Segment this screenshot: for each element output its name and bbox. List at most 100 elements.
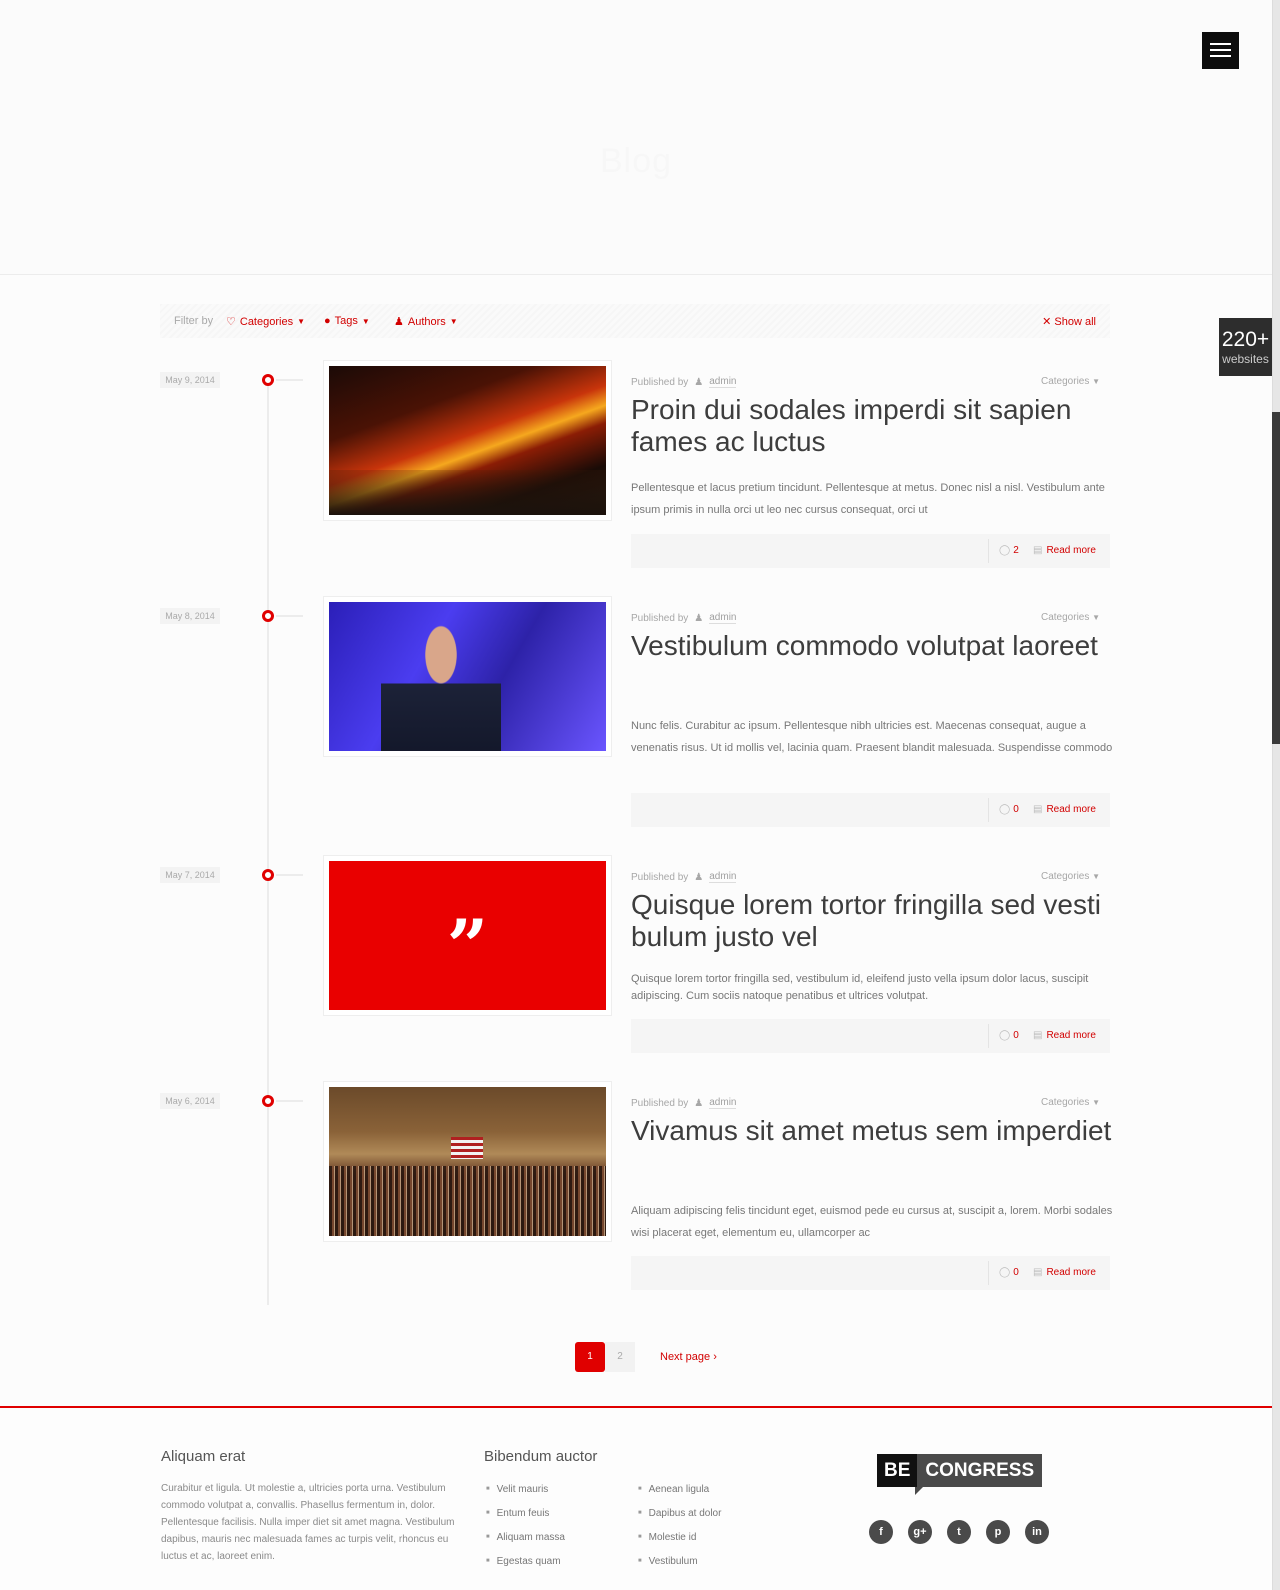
post-categories-label: Categories [1041,376,1090,387]
show-all-button[interactable]: ✕ Show all [1042,315,1096,328]
caret-down-icon: ▼ [1092,613,1101,622]
post-date: May 6, 2014 [160,1093,220,1109]
post-author-link[interactable]: admin [709,871,737,883]
linkedin-icon[interactable]: in [1025,1520,1049,1544]
caret-down-icon: ▼ [449,317,458,326]
comments-link[interactable]: ◯ 2 [999,545,1019,556]
read-more-label: Read more [1046,1267,1096,1278]
post-meta: Published by ♟ admin [631,376,737,388]
tag-outline-icon: ♡ [226,316,236,328]
post-title[interactable]: Vestibulum commodo volutpat laoreet [631,630,1121,662]
user-icon: ♟ [694,1097,704,1109]
footer-link[interactable]: Egestas quam [486,1554,565,1578]
post-excerpt: Pellentesque et lacus pretium tincidunt.… [631,482,1105,516]
footer-link[interactable]: Velit mauris [486,1482,565,1506]
comment-icon: ◯ [999,1267,1011,1278]
published-by-label: Published by [631,612,689,624]
footer-link[interactable]: Vestibulum [638,1554,721,1578]
post-image[interactable]: ” [323,855,612,1016]
post-image[interactable] [323,596,612,757]
read-more-link[interactable]: ▤ Read more [1033,545,1096,556]
footer-col1-text: Curabitur et ligula. Ut molestie a, ultr… [161,1483,455,1562]
divider [988,1024,989,1048]
footer-link[interactable]: Aliquam massa [486,1530,565,1554]
caret-down-icon: ▼ [361,316,370,326]
page-scrollbar-track[interactable] [1272,0,1280,1590]
post-categories-dropdown[interactable]: Categories ▼ [1041,376,1100,387]
timeline-connector [276,615,303,617]
post-title[interactable]: Quisque lorem tortor fringilla sed vesti… [631,889,1121,953]
post-categories-dropdown[interactable]: Categories ▼ [1041,1097,1100,1108]
comments-link[interactable]: ◯ 0 [999,1030,1019,1041]
next-page-link[interactable]: Next page › [660,1351,717,1363]
read-more-label: Read more [1046,545,1096,556]
post-footer: ◯ 0 ▤ Read more [631,1256,1110,1290]
filter-categories[interactable]: ♡ Categories ▼ [226,315,305,329]
post-title[interactable]: Proin dui sodales imperdi sit sapien fam… [631,394,1121,458]
websites-badge[interactable]: 220+ websites [1219,318,1272,376]
menu-button[interactable] [1202,32,1239,69]
footer-link[interactable]: Entum feuis [486,1506,565,1530]
page-title: Blog [599,142,673,180]
twitter-icon[interactable]: t [947,1520,971,1544]
footer-link[interactable]: Dapibus at dolor [638,1506,722,1530]
filter-label: Filter by [174,315,214,327]
crowd-shape [329,1166,606,1236]
footer-link[interactable]: Aenean ligula [638,1482,721,1506]
published-by-label: Published by [631,1097,689,1109]
logo-be: BE [877,1454,918,1487]
published-by-label: Published by [631,376,689,388]
post-categories-dropdown[interactable]: Categories ▼ [1041,871,1100,882]
facebook-icon[interactable]: f [869,1520,893,1544]
page-2-button[interactable]: 2 [605,1342,635,1372]
divider [988,539,989,563]
timeline-connector [276,874,303,876]
timeline-dot [262,869,274,881]
footer-link[interactable]: Molestie id [638,1530,721,1554]
timeline-dot [262,610,274,622]
comments-link[interactable]: ◯ 0 [999,1267,1019,1278]
read-more-label: Read more [1046,804,1096,815]
comments-count: 2 [1013,545,1019,556]
hamburger-icon-line [1210,55,1231,57]
post-author-link[interactable]: admin [709,1097,737,1109]
filter-bar: Filter by ♡ Categories ▼ ● Tags ▼ ♟ Auth… [160,304,1110,338]
footer-list-a: Velit mauris Entum feuis Aliquam massa E… [486,1482,565,1578]
post-footer: ◯ 0 ▤ Read more [631,1019,1110,1053]
congress-image [329,1087,606,1236]
timeline-line [267,378,269,1305]
post-excerpt: Aliquam adipiscing felis tincidunt eget,… [631,1205,1113,1239]
comments-count: 0 [1013,804,1019,815]
speaker-figure [381,624,501,751]
filter-tags[interactable]: ● Tags ▼ [324,315,370,327]
post-author-link[interactable]: admin [709,612,737,624]
comments-link[interactable]: ◯ 0 [999,804,1019,815]
post-meta: Published by ♟ admin [631,612,737,624]
google-plus-icon[interactable]: g+ [908,1520,932,1544]
filter-categories-label: Categories [239,315,294,328]
user-icon: ♟ [694,376,704,388]
post-categories-dropdown[interactable]: Categories ▼ [1041,612,1100,623]
websites-count: 220+ [1221,328,1270,351]
filter-authors[interactable]: ♟ Authors ▼ [394,315,458,329]
read-more-link[interactable]: ▤ Read more [1033,804,1096,815]
read-more-link[interactable]: ▤ Read more [1033,1267,1096,1278]
footer-list-b: Aenean ligula Dapibus at dolor Molestie … [638,1482,722,1578]
page-scrollbar-thumb[interactable] [1272,412,1280,744]
post-image[interactable] [323,1081,612,1242]
post-title[interactable]: Vivamus sit amet metus sem imperdiet [631,1115,1121,1147]
post-author-link[interactable]: admin [709,376,737,388]
site-logo[interactable]: BE CONGRESS [877,1454,1043,1495]
read-more-link[interactable]: ▤ Read more [1033,1030,1096,1041]
post-footer: ◯ 0 ▤ Read more [631,793,1110,827]
post-image[interactable] [323,360,612,521]
timeline-connector [276,1100,303,1102]
user-icon: ♟ [394,316,404,328]
page-1-button[interactable]: 1 [575,1342,605,1372]
timeline-dot [262,374,274,386]
quote-icon: ” [446,902,489,988]
pinterest-icon[interactable]: p [986,1520,1010,1544]
flag-shape [451,1137,483,1159]
page-header: Blog [0,0,1272,275]
post-date: May 9, 2014 [160,372,220,388]
